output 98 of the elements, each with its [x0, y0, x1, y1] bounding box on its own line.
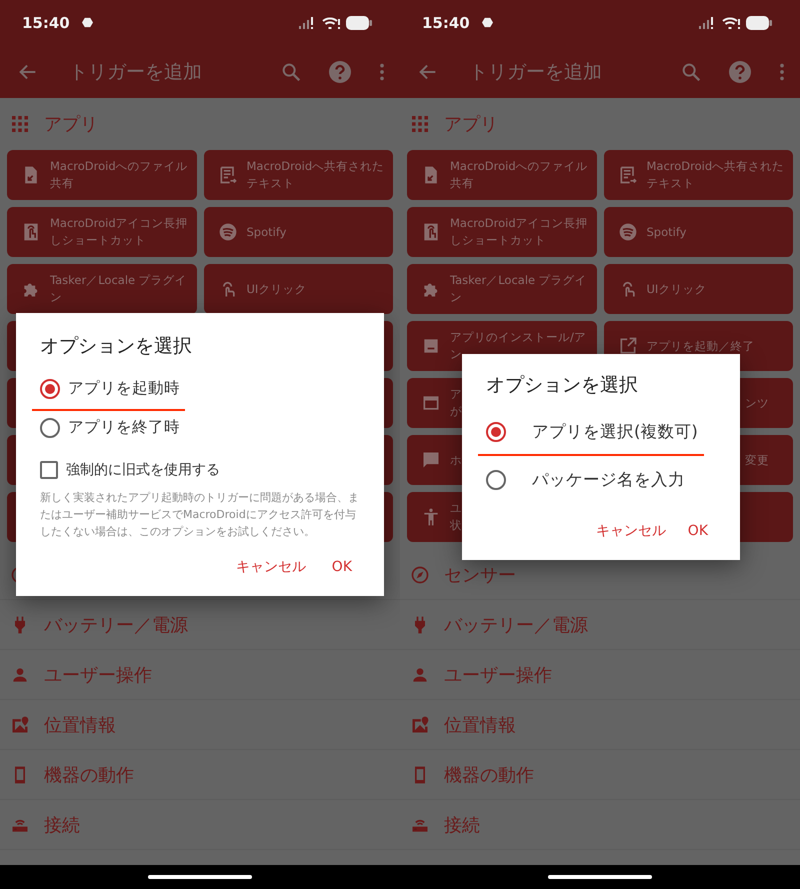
search-icon[interactable]: [280, 60, 302, 82]
tile-icon: [618, 165, 638, 185]
trigger-tile[interactable]: MacroDroidへ共有された テキスト: [204, 150, 393, 200]
radio-button[interactable]: [486, 470, 506, 490]
trigger-tile[interactable]: Spotify: [604, 207, 793, 257]
category-label: 接続: [44, 814, 80, 836]
tile-label: MacroDroidアイコン長押 しショートカット: [450, 215, 588, 249]
trigger-tile[interactable]: MacroDroidへのファイル 共有: [7, 150, 196, 200]
option-description: 新しく実装されたアプリ起動時のトリガーに問題がある場合、またはユーザー補助サービスでMacroDroidにアクセス許可を付与したくない場合は、このオプションをお試しください。: [40, 490, 360, 540]
tile-label: UIクリック: [646, 280, 706, 298]
tile-icon: [218, 165, 238, 185]
checkbox-label: 強制的に旧式を使用する: [66, 461, 220, 479]
tile-icon: [421, 450, 441, 470]
trigger-tile[interactable]: Tasker／Locale プラグイ ン: [7, 264, 196, 314]
help-icon[interactable]: [728, 60, 752, 84]
category-label: 位置情報: [44, 714, 116, 736]
option-label: パッケージ名を入力: [532, 469, 685, 491]
category-label: 機器の動作: [44, 764, 134, 786]
search-icon[interactable]: [680, 60, 702, 82]
tile-label: ユ 状: [450, 500, 462, 534]
tile-label: 変更: [745, 452, 770, 468]
category-label: ユーザー操作: [44, 664, 152, 686]
tile-label: MacroDroidへ共有された テキスト: [646, 158, 784, 192]
category-label: 位置情報: [444, 714, 516, 736]
tile-icon: [618, 222, 638, 242]
trigger-tile[interactable]: UIクリック: [204, 264, 393, 314]
category-row[interactable]: ユーザー操作: [0, 650, 400, 700]
category-row[interactable]: バッテリー／電源: [400, 600, 800, 650]
wifi-icon: [322, 16, 340, 30]
tile-label: アプリを起動／終了: [646, 338, 754, 354]
category-row[interactable]: 接続: [400, 800, 800, 850]
signal-icon: [298, 16, 316, 30]
category-icon: [410, 564, 430, 584]
toolbar-title: トリガーを追加: [469, 60, 602, 84]
dialog-title: オプションを選択: [40, 334, 193, 359]
tile-label: Spotify: [246, 224, 286, 240]
tile-label: Spotify: [646, 224, 686, 240]
tile-icon: [618, 336, 638, 356]
tile-label: Tasker／Locale プラグイ ン: [50, 272, 187, 306]
tile-label: ホ: [450, 452, 462, 468]
tile-label: MacroDroidアイコン長押 しショートカット: [50, 215, 188, 249]
category-icon: [10, 714, 30, 734]
battery-icon: [346, 16, 372, 30]
category-label: 接続: [444, 814, 480, 836]
trigger-tile[interactable]: MacroDroidアイコン長押 しショートカット: [407, 207, 596, 257]
category-row[interactable]: 位置情報: [400, 700, 800, 750]
section-title: アプリ: [44, 113, 98, 136]
tile-label: UIクリック: [246, 280, 306, 298]
tile-label: ンツ: [745, 394, 770, 412]
category-row[interactable]: 接続: [0, 800, 400, 850]
category-label: 機器の動作: [444, 764, 534, 786]
option-label: アプリを起動時: [68, 378, 180, 399]
trigger-tile[interactable]: UIクリック: [604, 264, 793, 314]
category-label: バッテリー／電源: [44, 614, 188, 636]
tile-label: アプリのインストール/ア ン: [450, 329, 586, 363]
section-title: アプリ: [444, 113, 498, 136]
trigger-tile[interactable]: MacroDroidへ共有された テキスト: [604, 150, 793, 200]
trigger-tile[interactable]: Spotify: [204, 207, 393, 257]
tile-icon: [218, 222, 238, 242]
category-label: バッテリー／電源: [444, 614, 588, 636]
trigger-tile[interactable]: MacroDroidアイコン長押 しショートカット: [7, 207, 196, 257]
grid-icon: [12, 116, 28, 132]
notification-icon: [482, 17, 493, 28]
tile-label: MacroDroidへ共有された テキスト: [246, 158, 384, 192]
radio-button[interactable]: [40, 378, 60, 398]
status-time: 15:40: [22, 14, 70, 32]
wifi-icon: [722, 16, 740, 30]
category-row[interactable]: 機器の動作: [0, 750, 400, 800]
cancel-button[interactable]: キャンセル: [588, 516, 674, 546]
category-icon: [410, 714, 430, 734]
tile-label: ア が: [450, 386, 462, 420]
dialog-title: オプションを選択: [486, 373, 639, 398]
signal-icon: [698, 16, 716, 30]
category-label: センサー: [444, 564, 516, 586]
category-row[interactable]: バッテリー／電源: [0, 600, 400, 650]
battery-icon: [746, 16, 772, 30]
category-row[interactable]: 位置情報: [0, 700, 400, 750]
ok-button[interactable]: OK: [680, 516, 716, 546]
category-row[interactable]: 機器の動作: [400, 750, 800, 800]
option-label: アプリを終了時: [68, 417, 180, 438]
category-row[interactable]: ユーザー操作: [400, 650, 800, 700]
trigger-tile[interactable]: MacroDroidへのファイル 共有: [407, 150, 596, 200]
trigger-tile[interactable]: Tasker／Locale プラグイ ン: [407, 264, 596, 314]
category-label: ユーザー操作: [444, 664, 552, 686]
toolbar-title: トリガーを追加: [69, 60, 202, 84]
ok-button[interactable]: OK: [324, 552, 360, 582]
tile-label: MacroDroidへのファイル 共有: [50, 158, 188, 192]
radio-button[interactable]: [486, 422, 506, 442]
tile-label: Tasker／Locale プラグイ ン: [450, 272, 587, 306]
help-icon[interactable]: [328, 60, 352, 84]
grid-icon: [412, 116, 428, 132]
notification-icon: [82, 17, 93, 28]
status-time: 15:40: [422, 14, 470, 32]
checkbox[interactable]: [40, 461, 58, 479]
cancel-button[interactable]: キャンセル: [228, 552, 314, 582]
option-label: アプリを選択(複数可): [532, 421, 698, 443]
radio-button[interactable]: [40, 418, 60, 438]
tile-label: MacroDroidへのファイル 共有: [450, 158, 588, 192]
